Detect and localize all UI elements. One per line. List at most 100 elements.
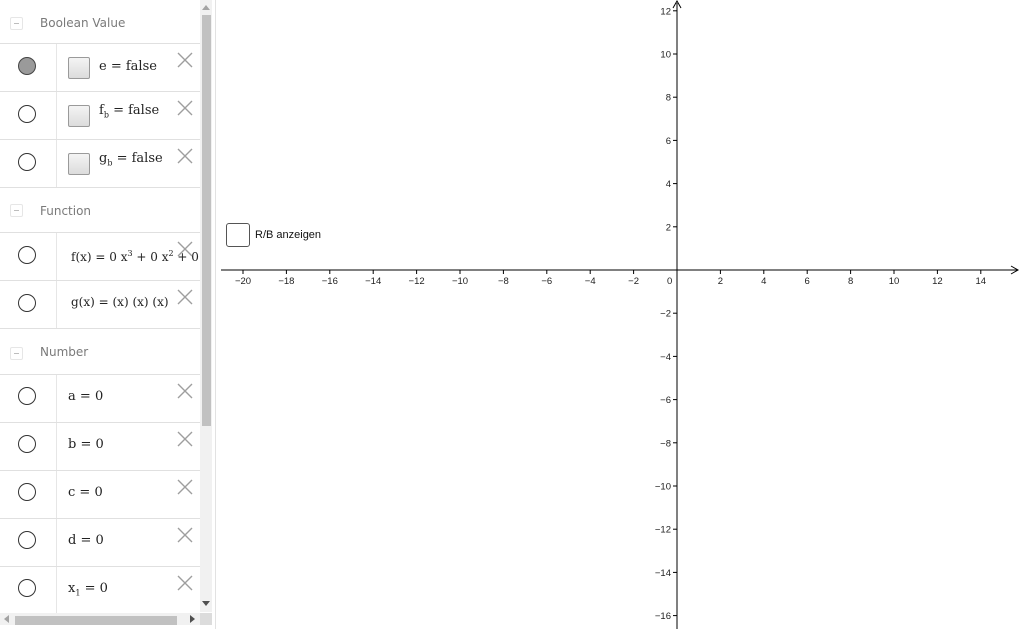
boolean-checkbox[interactable] bbox=[68, 153, 90, 175]
algebra-expression[interactable]: gb = false bbox=[99, 151, 163, 168]
visibility-marble-icon[interactable] bbox=[18, 483, 36, 501]
algebra-list: Boolean Value e = false fb = false gb = … bbox=[0, 0, 207, 615]
delete-icon[interactable] bbox=[176, 240, 194, 258]
algebra-expression[interactable]: fb = false bbox=[99, 103, 159, 120]
algebra-item-a[interactable]: a = 0 bbox=[0, 374, 200, 423]
delete-icon[interactable] bbox=[176, 478, 194, 496]
horizontal-scrollbar[interactable] bbox=[0, 613, 200, 625]
y-tick-label: −16 bbox=[655, 611, 671, 622]
divider bbox=[56, 281, 57, 328]
algebra-expression[interactable]: e = false bbox=[99, 59, 157, 74]
delete-icon[interactable] bbox=[176, 288, 194, 306]
y-tick-label: 8 bbox=[666, 93, 671, 104]
delete-icon[interactable] bbox=[176, 51, 194, 69]
scroll-left-arrow-icon[interactable] bbox=[4, 615, 9, 623]
algebra-expression[interactable]: d = 0 bbox=[68, 533, 104, 548]
divider bbox=[56, 92, 57, 139]
delete-icon[interactable] bbox=[176, 99, 194, 117]
visibility-marble-icon[interactable] bbox=[18, 153, 36, 171]
var-value: 0 bbox=[95, 437, 104, 452]
algebra-expression[interactable]: a = 0 bbox=[68, 389, 103, 404]
algebra-item-e[interactable]: e = false bbox=[0, 43, 200, 92]
group-header-boolean[interactable]: Boolean Value bbox=[0, 0, 200, 44]
collapse-icon[interactable] bbox=[10, 347, 23, 360]
vertical-scrollbar[interactable] bbox=[200, 0, 212, 612]
var-value: 0 bbox=[99, 581, 108, 596]
x-tick-label: 0 bbox=[667, 276, 672, 287]
algebra-view: Boolean Value e = false fb = false gb = … bbox=[0, 0, 216, 629]
var-subscript: b bbox=[103, 110, 109, 120]
x-tick-label: −14 bbox=[365, 276, 381, 287]
scrollbar-corner bbox=[200, 613, 212, 625]
algebra-item-g[interactable]: g(x) = (x) (x) (x) bbox=[0, 280, 200, 329]
group-header-number[interactable]: Number bbox=[0, 329, 200, 375]
y-tick-label: −2 bbox=[660, 309, 671, 320]
algebra-item-b[interactable]: b = 0 bbox=[0, 422, 200, 471]
divider bbox=[56, 44, 57, 91]
algebra-item-d[interactable]: d = 0 bbox=[0, 518, 200, 567]
var-subscript: 1 bbox=[75, 588, 81, 598]
delete-icon[interactable] bbox=[176, 430, 194, 448]
var-name: a bbox=[68, 389, 76, 404]
divider bbox=[56, 375, 57, 422]
visibility-marble-icon[interactable] bbox=[18, 531, 36, 549]
var-value: false bbox=[131, 151, 163, 166]
term: + 0 x bbox=[132, 250, 169, 264]
x-tick-label: 14 bbox=[976, 276, 987, 287]
y-tick-label: 6 bbox=[666, 136, 671, 147]
algebra-item-f[interactable]: f(x) = 0 x3 + 0 x2 + 0 : bbox=[0, 232, 207, 281]
delete-icon[interactable] bbox=[176, 382, 194, 400]
y-tick-label: −12 bbox=[655, 525, 671, 536]
rb-anzeigen-checkbox[interactable]: R/B anzeigen bbox=[226, 221, 321, 249]
algebra-item-x1[interactable]: x1 = 0 bbox=[0, 566, 200, 615]
x-tick-label: −10 bbox=[452, 276, 468, 287]
delete-icon[interactable] bbox=[176, 526, 194, 544]
group-header-function[interactable]: Function bbox=[0, 188, 200, 233]
var-name: c bbox=[68, 485, 76, 500]
group-label: Number bbox=[40, 345, 89, 359]
boolean-checkbox[interactable] bbox=[68, 57, 90, 79]
algebra-item-c[interactable]: c = 0 bbox=[0, 470, 200, 519]
visibility-marble-icon[interactable] bbox=[18, 387, 36, 405]
y-tick-label: 4 bbox=[666, 179, 671, 190]
scrollbar-thumb[interactable] bbox=[202, 15, 211, 426]
delete-icon[interactable] bbox=[176, 574, 194, 592]
x-tick-label: −16 bbox=[322, 276, 338, 287]
scroll-down-arrow-icon[interactable] bbox=[202, 601, 210, 606]
visibility-marble-icon[interactable] bbox=[18, 435, 36, 453]
checkbox-box[interactable] bbox=[226, 223, 250, 247]
algebra-item-fb[interactable]: fb = false bbox=[0, 91, 200, 140]
coordinate-axes: −20 −18 −16 −14 −12 −10 −8 −6 −4 −2 0 2 4 6 8 10 12 14121… bbox=[221, 0, 1020, 629]
y-tick-label: −8 bbox=[660, 438, 671, 449]
collapse-icon[interactable] bbox=[10, 17, 23, 30]
scroll-right-arrow-icon[interactable] bbox=[190, 615, 195, 623]
boolean-checkbox[interactable] bbox=[68, 105, 90, 127]
delete-icon[interactable] bbox=[176, 147, 194, 165]
scrollbar-thumb[interactable] bbox=[15, 616, 177, 625]
divider bbox=[56, 233, 57, 280]
x-tick-label: −12 bbox=[409, 276, 425, 287]
visibility-marble-icon[interactable] bbox=[18, 294, 36, 312]
scroll-up-arrow-icon[interactable] bbox=[202, 5, 210, 10]
x-tick-label: 10 bbox=[889, 276, 900, 287]
x-tick-label: 8 bbox=[848, 276, 853, 287]
var-name: d bbox=[68, 533, 77, 548]
x-tick-label: −2 bbox=[628, 276, 639, 287]
collapse-icon[interactable] bbox=[10, 204, 23, 217]
algebra-expression[interactable]: g(x) = (x) (x) (x) bbox=[71, 295, 169, 309]
y-tick-label: −4 bbox=[660, 352, 671, 363]
var-name: b bbox=[68, 437, 77, 452]
algebra-item-gb[interactable]: gb = false bbox=[0, 139, 200, 188]
x-tick-label: −4 bbox=[585, 276, 596, 287]
graphics-view[interactable]: −20 −18 −16 −14 −12 −10 −8 −6 −4 −2 0 2 4 6 8 10 12 14 12 1… bbox=[215, 0, 1022, 629]
function-rhs: (x) (x) (x) bbox=[112, 295, 169, 309]
visibility-marble-icon[interactable] bbox=[18, 105, 36, 123]
algebra-expression[interactable]: c = 0 bbox=[68, 485, 103, 500]
visibility-marble-icon[interactable] bbox=[18, 579, 36, 597]
var-value: 0 bbox=[94, 485, 103, 500]
visibility-marble-icon[interactable] bbox=[18, 246, 36, 264]
algebra-expression[interactable]: b = 0 bbox=[68, 437, 104, 452]
visibility-marble-icon[interactable] bbox=[18, 57, 36, 75]
y-tick-label: 2 bbox=[666, 222, 671, 233]
algebra-expression[interactable]: x1 = 0 bbox=[68, 581, 108, 598]
